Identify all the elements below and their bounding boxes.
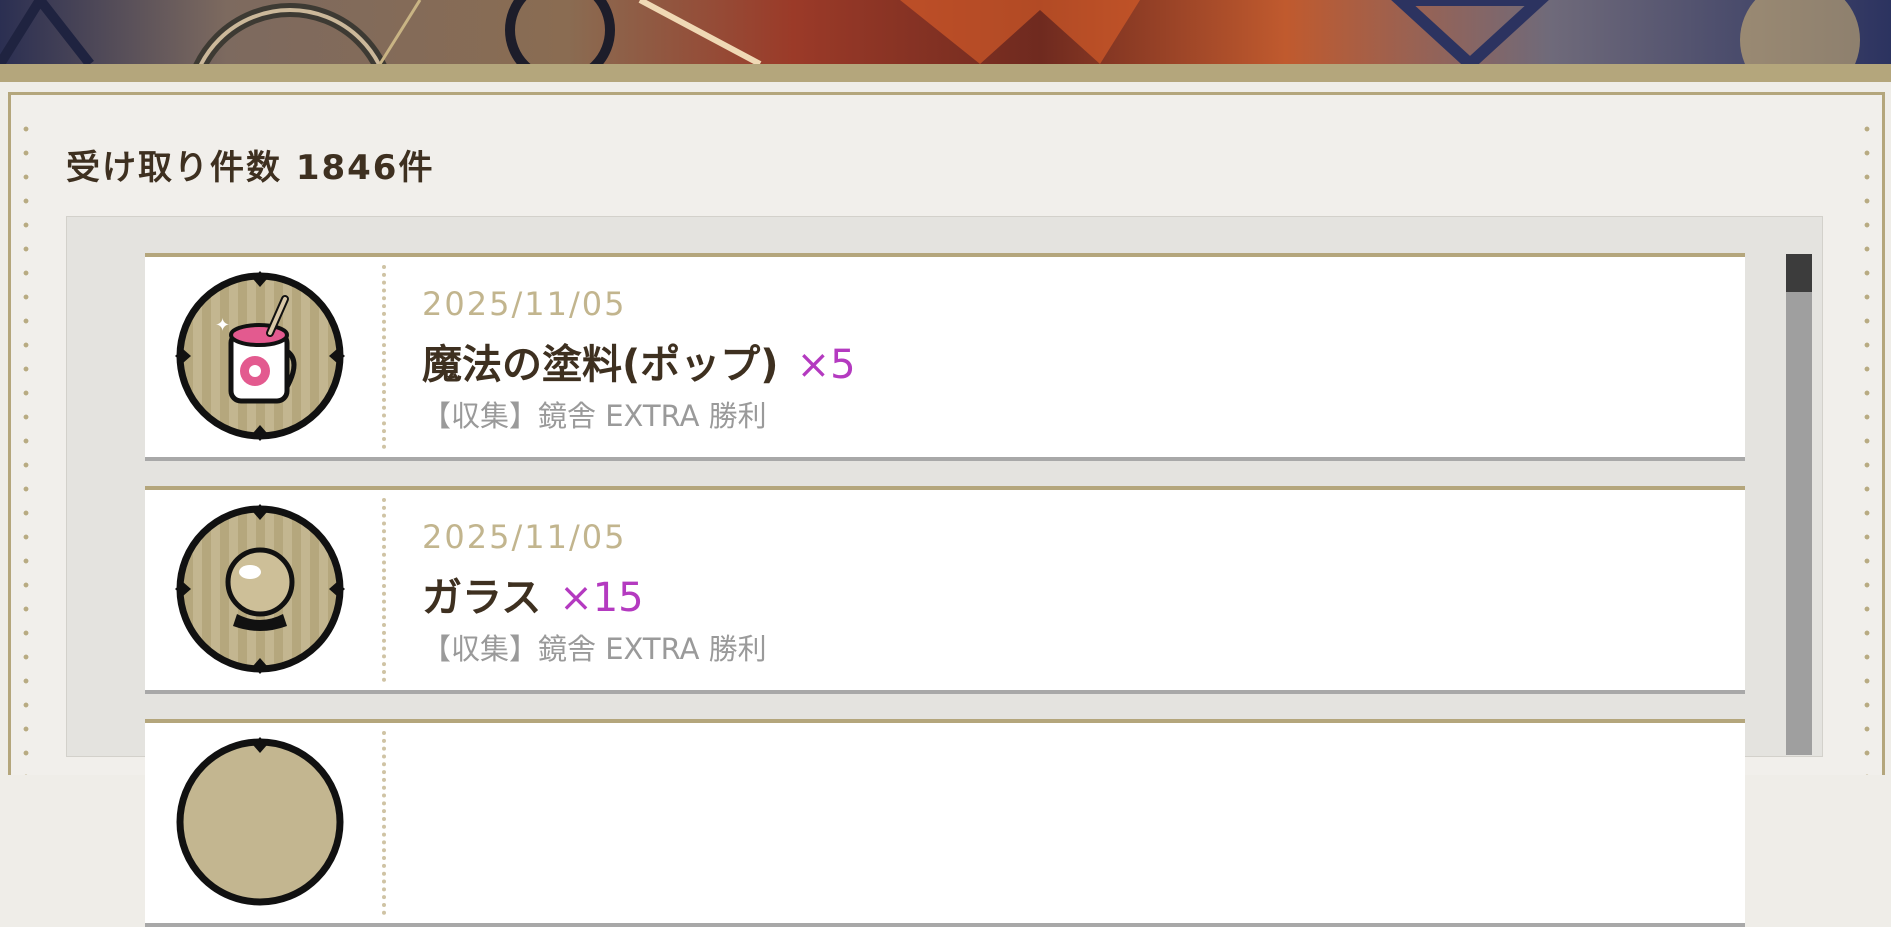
item-date: 2025/11/05 — [422, 285, 627, 323]
item-name: ガラス — [422, 575, 542, 621]
item-source: 【収集】鏡舎 EXTRA 勝利 — [422, 399, 767, 433]
list-item[interactable]: ✦ 2025/11/05 魔法の塗料(ポップ) ×5 【収集】鏡舎 EXTRA 勝… — [145, 253, 1745, 461]
item-divider — [382, 498, 386, 682]
item-source: 【収集】鏡舎 EXTRA 勝利 — [422, 632, 767, 666]
item-frame-icon — [176, 737, 344, 906]
item-divider — [382, 731, 386, 915]
banner-art — [0, 0, 1891, 64]
paint-jar-icon: ✦ — [175, 271, 345, 441]
item-icon-frame — [175, 737, 345, 907]
item-name: 魔法の塗料(ポップ) — [422, 342, 779, 388]
item-quantity: ×5 — [796, 342, 856, 388]
glass-orb-icon — [175, 504, 345, 674]
item-icon-frame — [175, 504, 345, 674]
list-item-partial[interactable] — [145, 719, 1745, 927]
header-banner-image — [0, 0, 1891, 64]
received-items-list[interactable]: ✦ 2025/11/05 魔法の塗料(ポップ) ×5 【収集】鏡舎 EXTRA 勝… — [66, 216, 1823, 927]
item-date: 2025/11/05 — [422, 518, 627, 556]
received-count: 受け取り件数 1846件 — [66, 148, 435, 188]
scrollbar-track[interactable] — [1786, 254, 1812, 755]
list-item[interactable]: 2025/11/05 ガラス ×15 【収集】鏡舎 EXTRA 勝利 — [145, 486, 1745, 694]
decorative-dots-right — [1863, 117, 1871, 775]
item-name-line: 魔法の塗料(ポップ) ×5 — [422, 332, 856, 390]
item-quantity: ×15 — [559, 575, 644, 621]
item-icon-frame: ✦ — [175, 271, 345, 441]
item-divider — [382, 265, 386, 449]
item-name-line: ガラス ×15 — [422, 565, 644, 623]
decorative-dots-left — [22, 117, 30, 775]
svg-text:✦: ✦ — [215, 315, 230, 336]
banner-border — [0, 64, 1891, 82]
scrollbar-thumb[interactable] — [1786, 254, 1812, 292]
